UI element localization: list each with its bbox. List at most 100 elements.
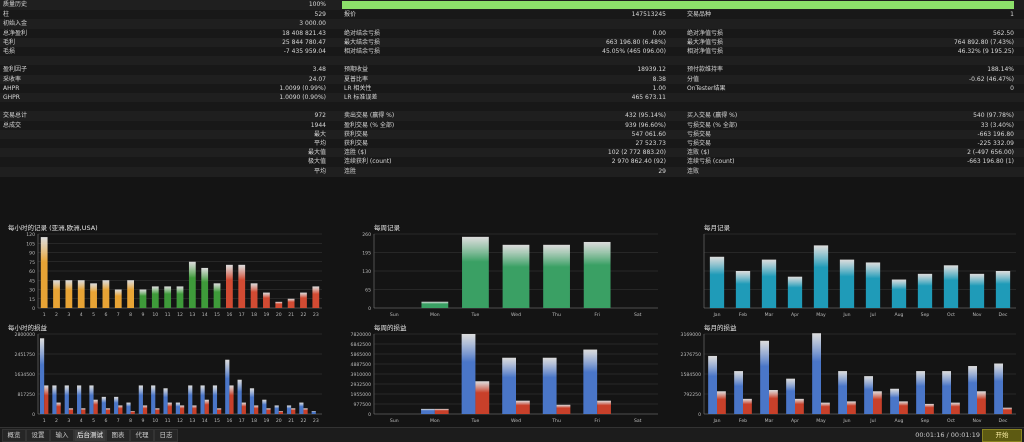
- y-tick-label: 45: [29, 278, 35, 284]
- bar: [743, 398, 752, 414]
- x-tick-label: Feb: [739, 312, 747, 318]
- tab-1[interactable]: 设置: [26, 429, 50, 442]
- bar: [201, 267, 209, 308]
- tab-6[interactable]: 日志: [154, 429, 178, 442]
- bar: [213, 283, 221, 308]
- tab-5[interactable]: 代理: [130, 429, 154, 442]
- chart-2: 每月记录 Jan Feb Mar Apr May Jun Jul Aug Sep Oct Nov Dec: [703, 223, 1016, 318]
- x-tick-label: Fri: [594, 312, 599, 318]
- start-button[interactable]: 开始: [982, 429, 1022, 442]
- bar: [583, 241, 611, 308]
- x-tick-label: Nov: [973, 312, 982, 318]
- bottom-tab-bar: 概览 设置 输入 后台测试 图表 代理 日志 00:01:16 / 00:01:19 开始: [0, 427, 1024, 442]
- y-tick-label: 2451750: [15, 352, 36, 358]
- bar: [556, 404, 571, 414]
- x-tick-label: 7: [117, 312, 120, 318]
- stat-label: 质量历史: [3, 1, 28, 8]
- bar: [212, 385, 218, 414]
- bar: [65, 280, 73, 308]
- x-tick-label: 13: [189, 418, 195, 424]
- y-tick-label: 0: [368, 412, 371, 418]
- x-tick-label: Aug: [895, 418, 904, 424]
- bar: [44, 385, 49, 414]
- bar: [151, 385, 156, 414]
- bar: [142, 405, 148, 414]
- bar: [847, 401, 856, 414]
- x-tick-label: 15: [214, 312, 220, 318]
- x-tick-label: Mar: [765, 312, 774, 318]
- tab-2[interactable]: 输入: [50, 429, 74, 442]
- bar: [421, 408, 435, 414]
- bar: [139, 289, 147, 308]
- x-tick-label: Mon: [430, 418, 440, 424]
- y-tick-label: 817250: [17, 392, 35, 398]
- chart-title: 每周的损益: [374, 323, 407, 332]
- bar: [155, 408, 160, 414]
- bar: [943, 265, 959, 308]
- y-tick-label: 0: [32, 306, 35, 312]
- bar: [708, 355, 717, 414]
- y-tick-label: 2376750: [681, 352, 702, 358]
- tab-3[interactable]: 后台测试: [74, 429, 106, 442]
- bar: [64, 385, 69, 414]
- tab-0[interactable]: 概览: [2, 429, 26, 442]
- x-tick-label: 20: [276, 312, 282, 318]
- bar: [873, 391, 882, 414]
- x-tick-label: 6: [104, 418, 107, 424]
- bar: [163, 388, 168, 414]
- bar: [821, 402, 830, 414]
- tab-4[interactable]: 图表: [106, 429, 130, 442]
- bar: [93, 399, 98, 414]
- x-tick-label: Wed: [511, 418, 521, 424]
- x-tick-label: May: [816, 312, 826, 318]
- bar: [114, 396, 119, 414]
- bar: [516, 400, 530, 414]
- bar: [838, 371, 847, 414]
- x-tick-label: 18: [251, 418, 257, 424]
- x-tick-label: Nov: [973, 418, 982, 424]
- stat-value: [880, 167, 1014, 177]
- x-tick-label: Wed: [511, 312, 521, 318]
- x-tick-label: Apr: [791, 312, 799, 318]
- bar: [461, 334, 476, 414]
- bar: [760, 340, 769, 414]
- y-tick-label: 15: [29, 297, 35, 303]
- x-tick-label: Feb: [739, 418, 747, 424]
- bar: [238, 264, 246, 308]
- x-tick-label: 12: [177, 418, 183, 424]
- y-tick-label: 1584500: [681, 372, 702, 378]
- chart-title: 每周记录: [374, 223, 401, 232]
- y-tick-label: 75: [29, 260, 35, 266]
- y-tick-label: 7820000: [351, 332, 372, 338]
- bar: [812, 333, 821, 414]
- x-tick-label: 23: [313, 312, 319, 318]
- x-tick-label: 14: [202, 418, 208, 424]
- x-tick-label: 8: [129, 312, 132, 318]
- bar: [291, 408, 296, 414]
- bar: [188, 385, 193, 414]
- y-tick-label: 2800000: [15, 332, 36, 338]
- bar: [865, 262, 881, 308]
- bar: [130, 411, 135, 414]
- y-tick-label: 977500: [353, 402, 371, 408]
- bar: [39, 338, 45, 414]
- x-tick-label: 22: [301, 312, 307, 318]
- chart-4: 每周的损益7820000 6842500 5865000 4887500 3910000…: [351, 323, 658, 424]
- bar: [249, 388, 255, 414]
- bar: [917, 273, 933, 308]
- x-tick-label: Jun: [842, 312, 850, 318]
- x-tick-label: Thu: [551, 418, 561, 424]
- y-tick-label: 260: [362, 232, 371, 238]
- x-tick-label: 5: [92, 418, 95, 424]
- chart-title: 每小时的损益: [8, 323, 48, 332]
- bar: [262, 399, 267, 414]
- y-tick-label: 90: [29, 251, 35, 257]
- x-tick-label: 16: [226, 418, 232, 424]
- bar: [769, 390, 778, 414]
- x-tick-label: Sep: [921, 418, 930, 424]
- bar: [225, 264, 233, 308]
- bar: [105, 408, 111, 414]
- bar: [787, 276, 803, 308]
- y-tick-label: 30: [29, 288, 35, 294]
- bar: [300, 292, 307, 308]
